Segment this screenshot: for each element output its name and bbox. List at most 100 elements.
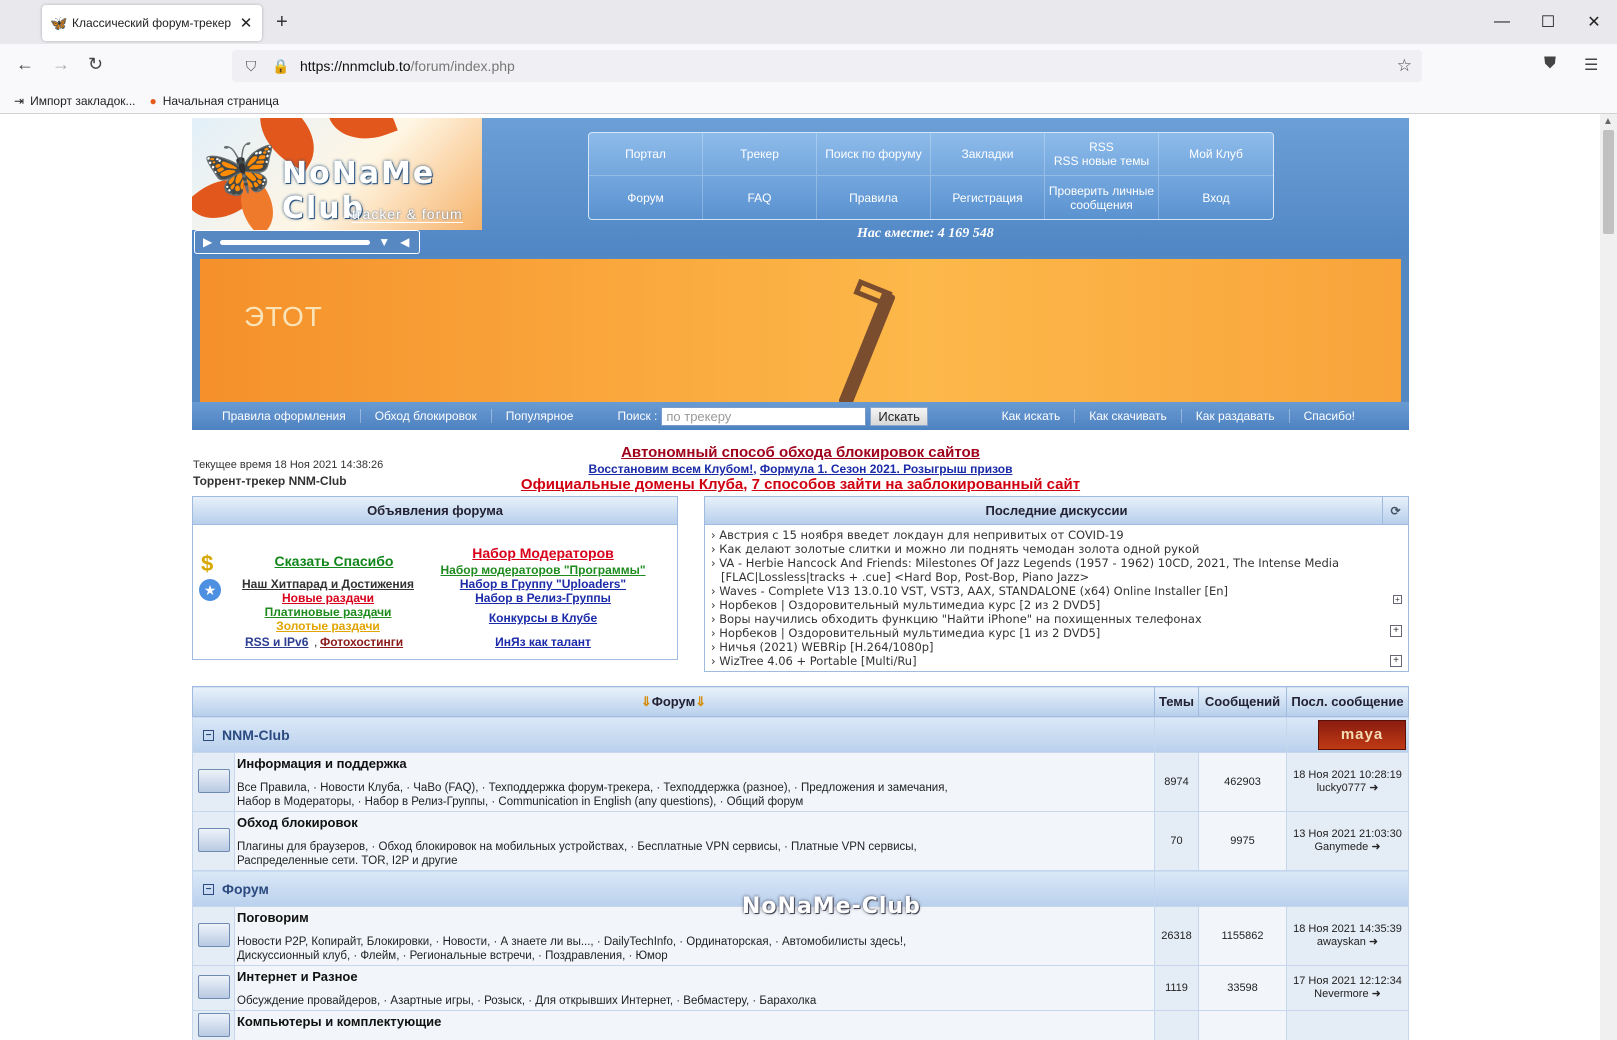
gold-releases-link[interactable]: Золотые раздачи: [233, 619, 423, 633]
announcement-domains[interactable]: Официальные домены Клуба: [521, 476, 743, 493]
volume-icon[interactable]: ◀: [400, 235, 409, 249]
player-progress[interactable]: [220, 239, 371, 245]
subnav-how-seed[interactable]: Как раздавать: [1182, 409, 1290, 423]
subnav-thanks[interactable]: Спасибо!: [1290, 409, 1369, 423]
close-window-icon[interactable]: ✕: [1571, 0, 1617, 44]
subforums-line-1[interactable]: Обсуждение провайдеров, · Азартные игры,…: [237, 994, 1152, 1008]
uploaders-group-link[interactable]: Набор в Группу "Uploaders": [433, 577, 653, 591]
scroll-up-icon[interactable]: ▲: [1603, 116, 1613, 127]
expand-icon[interactable]: +: [1390, 655, 1402, 667]
rss-ipv6-link[interactable]: RSS и IPv6: [245, 635, 308, 649]
hitparade-link[interactable]: Наш Хитпарад и Достижения: [233, 577, 423, 591]
photo-hosting-link[interactable]: Фотохостинги: [320, 635, 403, 649]
subnav-how-search[interactable]: Как искать: [988, 409, 1076, 423]
collapse-icon[interactable]: −: [203, 730, 214, 742]
discussion-item[interactable]: › WizTree 4.06 + Portable [Multi/Ru]: [711, 654, 1402, 668]
maximize-icon[interactable]: ☐: [1525, 0, 1571, 44]
subforums-line-1[interactable]: Плагины для браузеров, · Обход блокирово…: [237, 840, 1152, 854]
discussion-item[interactable]: › Норбеков | Оздоровительный мультимедиа…: [711, 626, 1402, 640]
dropdown-icon[interactable]: ▼: [378, 235, 390, 249]
goto-post-icon[interactable]: ➜: [1371, 841, 1380, 853]
discussion-item[interactable]: › Как делают золотые слитки и можно ли п…: [711, 542, 1402, 556]
menu-rules[interactable]: Правила: [817, 176, 931, 219]
menu-forum-search[interactable]: Поиск по форуму: [817, 133, 931, 176]
menu-rss[interactable]: RSS RSS новые темы: [1045, 133, 1159, 176]
menu-bookmarks[interactable]: Закладки: [931, 133, 1045, 176]
subnav-how-download[interactable]: Как скачивать: [1075, 409, 1182, 423]
shield-icon[interactable]: ⛉: [240, 58, 262, 75]
new-tab-icon[interactable]: +: [276, 11, 288, 34]
close-tab-icon[interactable]: ✕: [238, 14, 254, 32]
ad-banner[interactable]: ЭТОТ: [192, 256, 1409, 402]
announcement-restore[interactable]: Восстановим всем Клубом!: [589, 462, 754, 476]
subforums-line-2[interactable]: Распределенные сети. TOR, I2P и другие: [237, 854, 1152, 868]
forward-icon[interactable]: →: [52, 54, 70, 75]
discussion-item[interactable]: › Воры научились обходить функцию "Найти…: [711, 612, 1402, 626]
forum-title[interactable]: Информация и поддержка: [237, 756, 1152, 771]
discussion-item[interactable]: › Норбеков | Оздоровительный мультимедиа…: [711, 598, 1402, 612]
reload-icon[interactable]: ↻: [88, 54, 103, 75]
platinum-releases-link[interactable]: Платиновые раздачи: [233, 605, 423, 619]
goto-post-icon[interactable]: ➜: [1369, 782, 1378, 794]
last-post-user[interactable]: lucky0777: [1317, 782, 1367, 794]
collapse-icon[interactable]: −: [203, 884, 214, 896]
forum-title[interactable]: Интернет и Разное: [237, 969, 1152, 984]
menu-my-club[interactable]: Мой Клуб: [1159, 133, 1273, 176]
menu-private-messages[interactable]: Проверить личные сообщения: [1045, 176, 1159, 219]
last-post-user[interactable]: Nevermore: [1314, 988, 1368, 1000]
menu-icon[interactable]: ☰: [1584, 55, 1598, 75]
subforums-line-2[interactable]: Дискуссионный клуб, · Флейм, · Региональ…: [237, 949, 1152, 963]
discussion-item[interactable]: › VA - Herbie Hancock And Friends: Miles…: [711, 556, 1402, 570]
browser-tab[interactable]: 🦋 Классический форум-трекер ✕: [42, 5, 262, 41]
site-logo[interactable]: 🦋 NoNaMe Club tracker & forum: [192, 118, 482, 230]
pocket-icon[interactable]: ⛊: [1544, 55, 1556, 73]
announcement-7-ways[interactable]: 7 способов зайти на заблокированный сайт: [752, 476, 1080, 493]
url-text[interactable]: https://nnmclub.to/forum/index.php: [300, 58, 515, 74]
menu-faq[interactable]: FAQ: [703, 176, 817, 219]
bookmark-import[interactable]: ⇥ Импорт закладок...: [14, 94, 136, 108]
new-releases-link[interactable]: Новые раздачи: [233, 591, 423, 605]
menu-tracker[interactable]: Трекер: [703, 133, 817, 176]
search-button[interactable]: Искать: [870, 406, 928, 426]
subforums-line-2[interactable]: Набор в Модераторы, · Набор в Релиз-Груп…: [237, 795, 1152, 809]
minimize-icon[interactable]: —: [1479, 0, 1525, 44]
subforums-line-1[interactable]: Новости P2P, Копирайт, Блокировки, · Нов…: [237, 935, 1152, 949]
expand-icon[interactable]: +: [1390, 625, 1402, 637]
category-forum[interactable]: − Форум: [192, 870, 1155, 907]
subnav-popular[interactable]: Популярное: [492, 409, 588, 423]
menu-login[interactable]: Вход: [1159, 176, 1273, 219]
maya-planet-logo[interactable]: maya: [1318, 719, 1406, 750]
forum-title[interactable]: Компьютеры и комплектующие: [237, 1014, 1152, 1029]
play-icon[interactable]: ▶: [203, 235, 212, 249]
page-scrollbar[interactable]: ▲: [1600, 114, 1617, 1040]
back-icon[interactable]: ←: [16, 54, 34, 75]
goto-post-icon[interactable]: ➜: [1372, 988, 1381, 1000]
menu-register[interactable]: Регистрация: [931, 176, 1045, 219]
forum-title[interactable]: Обход блокировок: [237, 815, 1152, 830]
moderators-recruit-link[interactable]: Набор Модераторов: [443, 545, 643, 561]
discussion-item-continued[interactable]: [FLAC|Lossless|tracks + .cue] <Hard Bop,…: [711, 570, 1402, 584]
foreign-languages-link[interactable]: ИнЯз как талант: [433, 635, 653, 649]
forum-title[interactable]: Поговорим: [237, 910, 1152, 925]
bookmark-home[interactable]: ● Начальная страница: [150, 94, 279, 108]
announcement-f1[interactable]: Формула 1. Сезон 2021. Розыгрыш призов: [760, 462, 1013, 476]
menu-portal[interactable]: Портал: [589, 133, 703, 176]
category-nnm-club[interactable]: − NNM-Club: [192, 716, 1155, 753]
discussion-item[interactable]: › Ничья (2021) WEBRip [H.264/1080p]: [711, 640, 1402, 654]
refresh-icon[interactable]: ⟳: [1382, 497, 1408, 525]
last-post-user[interactable]: Ganymede: [1314, 841, 1368, 853]
release-groups-link[interactable]: Набор в Релиз-Группы: [433, 591, 653, 605]
say-thanks-link[interactable]: Сказать Спасибо: [269, 553, 399, 569]
menu-forum[interactable]: Форум: [589, 176, 703, 219]
subforums-line-1[interactable]: Все Правила, · Новости Клуба, · ЧаВо (FA…: [237, 781, 1152, 795]
address-bar[interactable]: ⛉ 🔒 https://nnmclub.to/forum/index.php ☆: [232, 50, 1422, 82]
lock-icon[interactable]: 🔒: [270, 58, 292, 75]
bookmark-star-icon[interactable]: ☆: [1397, 56, 1412, 76]
scrollbar-thumb[interactable]: [1603, 130, 1614, 234]
discussion-item[interactable]: › Австрия с 15 ноября введет локдаун для…: [711, 528, 1402, 542]
subnav-formatting-rules[interactable]: Правила оформления: [208, 409, 361, 423]
expand-small-icon[interactable]: +: [1393, 595, 1402, 604]
goto-post-icon[interactable]: ➜: [1369, 936, 1378, 948]
contests-link[interactable]: Конкурсы в Клубе: [433, 611, 653, 625]
tracker-search-input[interactable]: по трекеру: [661, 406, 867, 426]
